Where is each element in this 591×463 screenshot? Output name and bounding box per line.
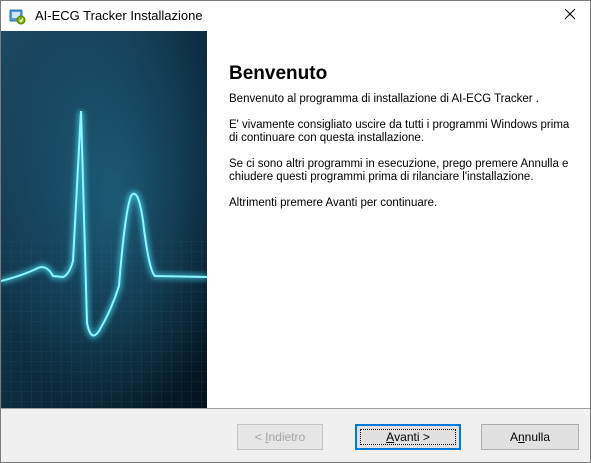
cancel-button-mnemonic: n — [517, 430, 525, 444]
welcome-heading: Benvenuto — [229, 63, 328, 84]
welcome-paragraph-advice: E' vivamente consigliato uscire da tutti… — [229, 119, 570, 144]
cancel-button-label: nulla — [524, 430, 551, 444]
installer-window: AI-ECG Tracker Installazione Benvenuto B… — [0, 0, 591, 463]
cancel-button-prefix: A — [509, 430, 518, 444]
focus-rectangle — [360, 429, 456, 445]
wizard-content: Benvenuto Benvenuto al programma di inst… — [1, 31, 590, 408]
back-button-label: ndietro — [268, 430, 306, 444]
window-title: AI-ECG Tracker Installazione — [35, 8, 203, 23]
welcome-paragraph-intro: Benvenuto al programma di installazione … — [229, 93, 540, 105]
welcome-paragraph-continue: Altrimenti premere Avanti per continuare… — [229, 197, 438, 209]
ecg-banner-image — [1, 31, 207, 408]
close-icon — [564, 7, 576, 25]
title-bar: AI-ECG Tracker Installazione — [1, 1, 590, 31]
back-button-prefix: < — [254, 430, 266, 444]
cancel-button[interactable]: An nulla — [481, 424, 579, 450]
wizard-footer: < Indietro Avanti > An nulla — [1, 409, 590, 462]
welcome-text-area: Benvenuto Benvenuto al programma di inst… — [229, 63, 579, 223]
close-button[interactable] — [550, 1, 590, 31]
welcome-paragraph-running-programs: Se ci sono altri programmi in esecuzione… — [229, 158, 569, 183]
installer-icon — [9, 8, 26, 25]
back-button[interactable]: < Indietro — [237, 424, 323, 450]
next-button[interactable]: Avanti > — [355, 424, 461, 450]
